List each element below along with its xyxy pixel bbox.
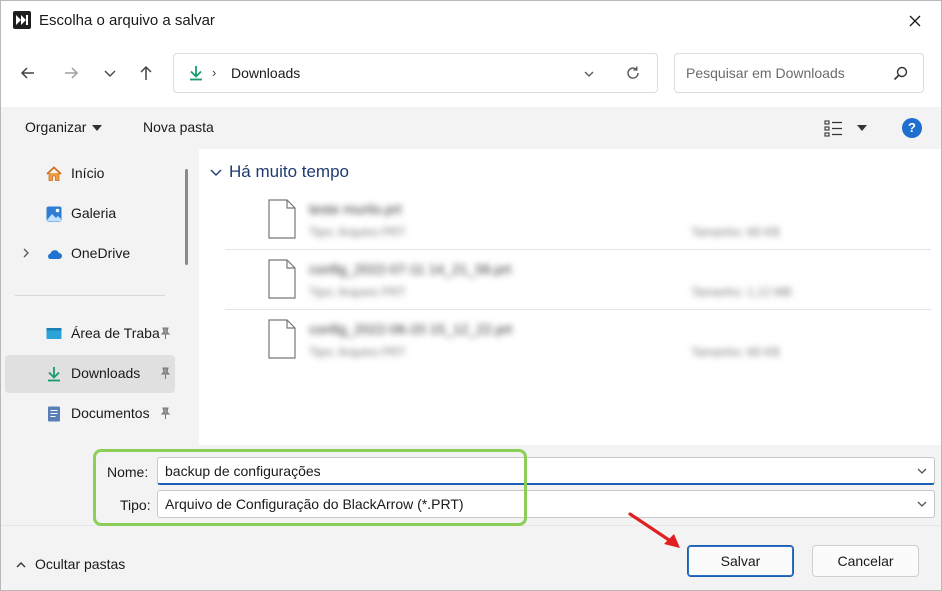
list-item[interactable]: config_2022-07-11 14_21_56.prt Tipo: Arq… [225,251,931,310]
organize-menu[interactable]: Organizar [25,119,103,135]
chevron-up-icon [16,562,26,568]
file-name: teste murilo.prt [309,201,402,217]
forward-button[interactable] [59,61,83,85]
chevron-down-icon[interactable] [582,67,596,81]
sidebar-item-documents[interactable]: Documentos [5,395,175,433]
navigation-bar: › Downloads Pesquisar em Downloads [1,39,941,107]
file-list: Há muito tempo teste murilo.prt Tipo: Ar… [199,149,941,445]
file-type: Tipo: Arquivo PRT [309,285,406,299]
download-icon [190,66,202,81]
chevron-down-icon [104,70,116,77]
organize-label: Organizar [25,119,87,135]
row-divider [225,249,931,250]
new-folder-button[interactable]: Nova pasta [143,119,214,135]
help-icon[interactable]: ? [902,118,922,138]
arrow-right-icon [65,67,79,79]
view-options-button[interactable] [823,117,871,139]
window-title: Escolha o arquivo a salvar [39,12,215,29]
file-type: Tipo: Arquivo PRT [309,225,406,239]
file-size: Tamanho: 68 KB [691,225,780,239]
caret-down-icon [92,125,103,132]
pin-icon[interactable] [159,327,171,341]
list-item[interactable]: config_2022-06-20 15_12_22.prt Tipo: Arq… [225,311,931,370]
sidebar-item-downloads[interactable]: Downloads [5,355,175,393]
close-icon [909,15,921,27]
list-view-icon [824,120,842,137]
hide-folders-label: Ocultar pastas [35,556,126,572]
search-icon[interactable] [892,65,910,83]
sidebar-divider [15,295,165,296]
sidebar-scrollbar[interactable] [185,169,188,265]
chevron-down-icon[interactable] [209,167,223,179]
title-bar: Escolha o arquivo a salvar [1,1,941,39]
pin-icon[interactable] [159,407,171,421]
search-placeholder: Pesquisar em Downloads [686,65,845,81]
sidebar-item-home[interactable]: Início [5,155,175,193]
gallery-icon [46,206,62,222]
file-icon [268,319,296,359]
file-size: Tamanho: 68 KB [691,345,780,359]
sidebar-item-label: Downloads [71,365,141,381]
close-button[interactable] [903,9,927,33]
red-arrow-annotation [628,512,680,548]
app-icon [13,11,31,29]
file-type: Tipo: Arquivo PRT [309,345,406,359]
caret-down-icon [857,125,867,131]
save-button[interactable]: Salvar [687,545,794,577]
dialog-footer: Ocultar pastas Salvar Cancelar [1,525,941,590]
file-name: config_2022-07-11 14_21_56.prt [309,261,512,277]
sidebar-item-gallery[interactable]: Galeria [5,195,175,233]
back-button[interactable] [16,61,40,85]
home-icon [46,166,62,181]
file-size: Tamanho: 1,12 MB [691,285,792,299]
navigation-pane: Início Galeria OneDrive Área de Traba Do… [1,149,179,445]
chevron-right-icon[interactable] [21,247,31,259]
breadcrumb-separator: › [212,65,217,80]
sidebar-item-desktop[interactable]: Área de Traba [5,315,175,353]
highlight-annotation [93,449,527,526]
file-icon [268,199,296,239]
sidebar-item-label: OneDrive [71,245,131,261]
file-icon [268,259,296,299]
chevron-down-icon[interactable] [916,499,928,509]
command-bar: Organizar Nova pasta ? [1,107,941,149]
pin-icon[interactable] [159,367,171,381]
sidebar-item-onedrive[interactable]: OneDrive [5,235,175,273]
sidebar-item-label: Área de Traba [71,325,160,341]
chevron-down-icon[interactable] [916,466,928,476]
document-icon [48,406,60,422]
cloud-icon [48,250,62,259]
breadcrumb-current[interactable]: Downloads [231,65,300,81]
address-bar[interactable]: › Downloads [173,53,658,93]
sidebar-item-label: Início [71,165,105,181]
refresh-icon[interactable] [624,64,642,82]
desktop-icon [46,328,62,339]
search-input[interactable]: Pesquisar em Downloads [674,53,924,93]
cancel-button[interactable]: Cancelar [812,545,919,577]
download-icon [48,367,60,382]
up-button[interactable] [134,61,158,85]
file-name: config_2022-06-20 15_12_22.prt [309,321,513,337]
arrow-left-icon [20,67,34,79]
recent-locations-button[interactable] [98,61,122,85]
group-header[interactable]: Há muito tempo [229,162,349,182]
hide-folders-button[interactable]: Ocultar pastas [15,556,125,572]
sidebar-item-label: Galeria [71,205,117,221]
sidebar-item-label: Documentos [71,405,150,421]
row-divider [225,309,931,310]
list-item[interactable]: teste murilo.prt Tipo: Arquivo PRT Taman… [225,191,931,250]
arrow-up-icon [140,65,152,80]
